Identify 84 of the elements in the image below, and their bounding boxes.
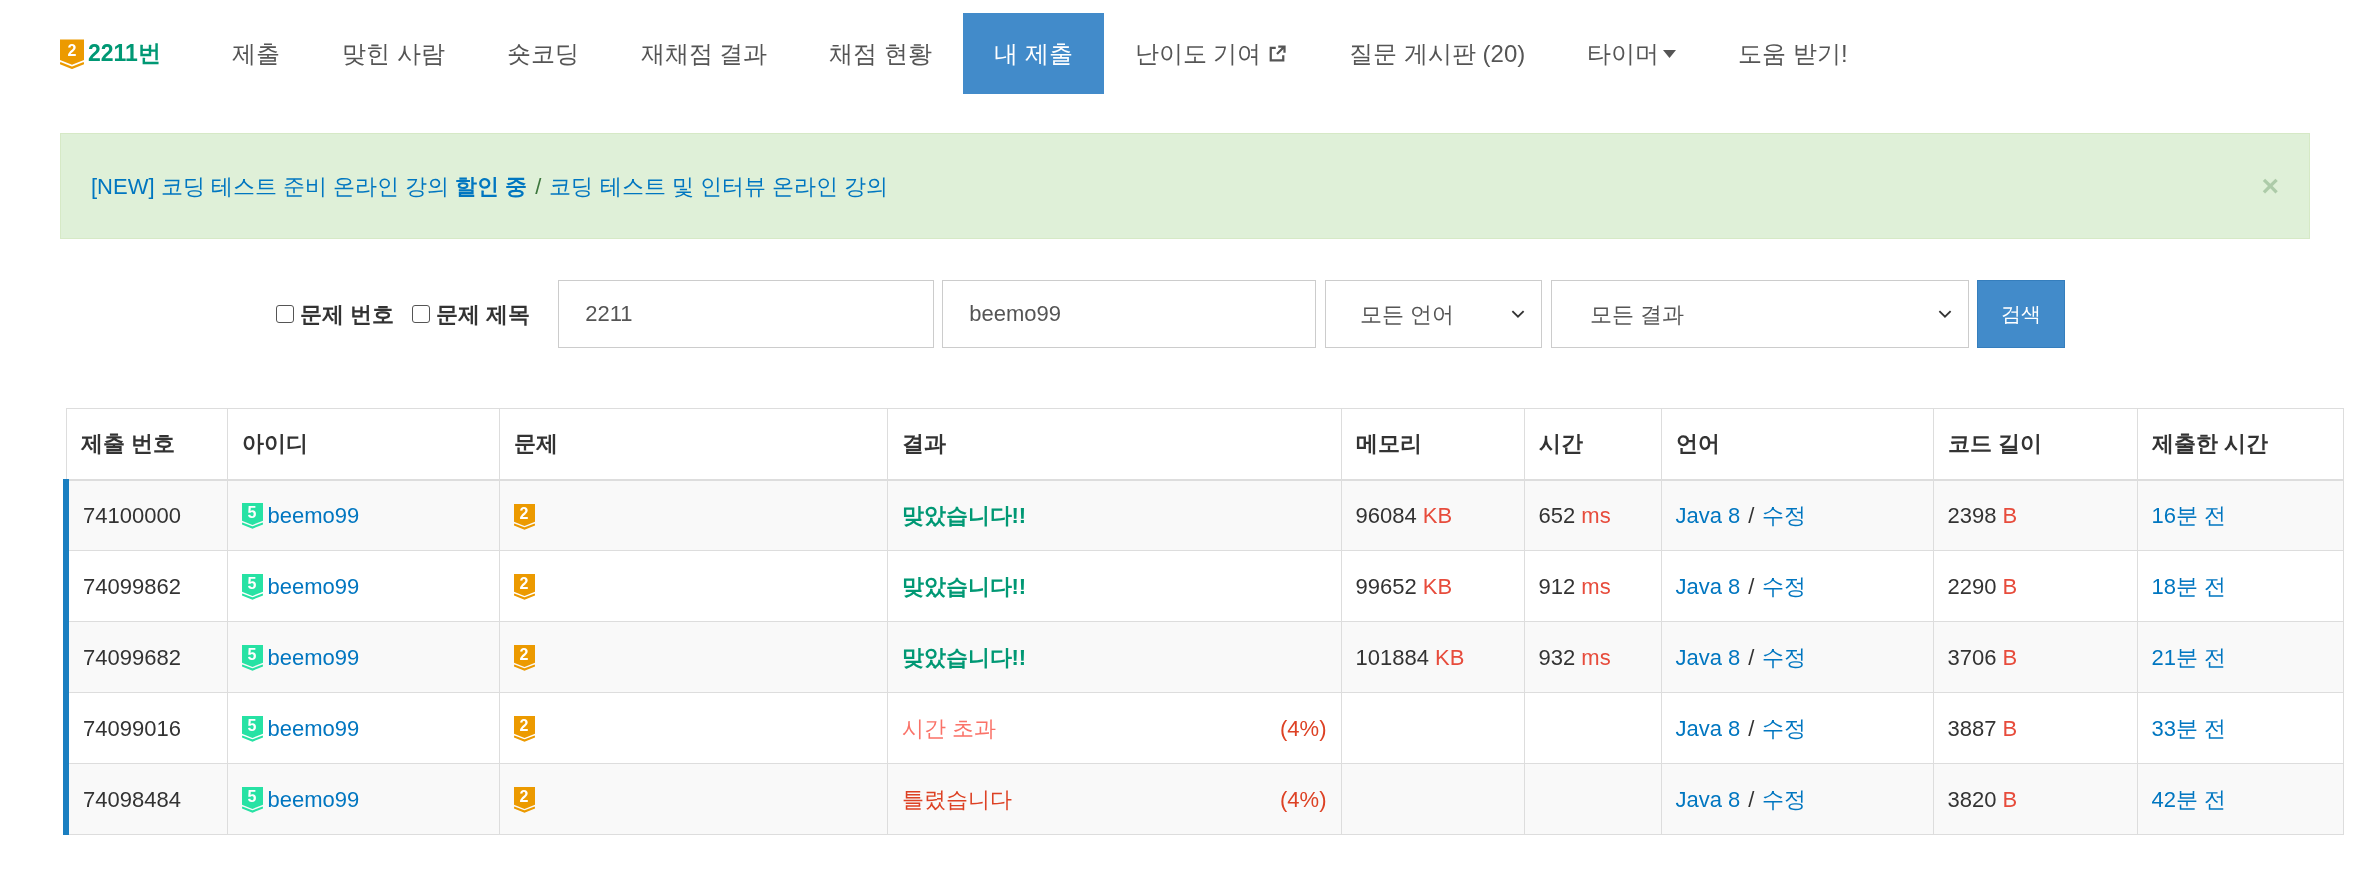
nav-tab[interactable]: 타이머 [1556,13,1708,94]
result-text: 맞았습니다!! [901,501,1027,530]
user-link[interactable]: beemo99 [267,711,360,745]
edit-link[interactable]: 수정 [1762,498,1807,532]
submitted-time-link[interactable]: 18분 전 [2151,573,2227,599]
column-header: 코드 길이 [1933,408,2137,480]
nav-tab[interactable]: 내 제출 [962,13,1104,94]
promo-link[interactable]: 코딩 테스트 및 인터뷰 온라인 강의 [549,169,889,203]
edit-link[interactable]: 수정 [1762,640,1807,674]
submission-id: 74098484 [83,786,181,812]
nav-tab[interactable]: 재채점 결과 [609,13,799,94]
memory-value: 101884 KB [1355,644,1465,670]
result-select[interactable]: 모든 결과 [1551,280,1970,348]
result-text: 시간 초과 [901,714,996,743]
column-header: 시간 [1524,408,1661,480]
separator-text: / [1748,501,1755,530]
chevron-down-icon [1511,309,1526,319]
code-length-value: 2398 B [1947,502,2018,528]
user-link[interactable]: beemo99 [267,569,360,603]
search-button[interactable]: 검색 [1977,280,2066,348]
result-text: 맞았습니다!! [901,643,1027,672]
user-link[interactable]: beemo99 [267,640,360,674]
memory-value: 96084 KB [1355,502,1453,528]
checkbox[interactable] [412,305,431,323]
submission-id: 74099682 [83,644,181,670]
user-link[interactable]: beemo99 [267,498,360,532]
nav-tab[interactable]: 난이도 기여 [1103,13,1319,94]
language-link[interactable]: Java 8 [1675,640,1741,674]
checkbox[interactable] [276,305,294,323]
separator-text: / [1748,714,1755,743]
progress-percent: (4%) [1280,785,1327,814]
code-length-value: 2290 B [1947,573,2018,599]
nav-tab[interactable]: 채점 현황 [798,13,963,94]
result-text: 틀렸습니다 [901,785,1012,814]
code-length-value: 3887 B [1947,715,2018,741]
submitted-time-link[interactable]: 21분 전 [2151,644,2227,670]
problem-number-field[interactable]: 2211 [558,280,935,348]
column-header: 제출 번호 [66,408,227,480]
code-length-value: 3706 B [1947,644,2018,670]
column-header: 문제 [499,408,887,480]
checkbox-label: 문제 번호 [300,300,395,329]
nav-tab[interactable]: 제출 [200,13,311,94]
submitted-time-link[interactable]: 42분 전 [2151,786,2227,812]
memory-value: 99652 KB [1355,573,1453,599]
language-select[interactable]: 모든 언어 [1325,280,1543,348]
external-link-icon [1267,43,1288,64]
separator-text: / [1748,785,1755,814]
checkbox-label: 문제 제목 [436,300,531,329]
chevron-down-icon [1938,309,1953,319]
edit-link[interactable]: 수정 [1762,711,1807,745]
language-link[interactable]: Java 8 [1675,569,1741,603]
nav-tab[interactable]: 숏코딩 [475,13,610,94]
submitted-time-link[interactable]: 33분 전 [2151,715,2227,741]
language-link[interactable]: Java 8 [1675,498,1741,532]
nav-tab[interactable]: 질문 게시판 (20) [1318,13,1557,94]
nav-tab[interactable]: 도움 받기! [1707,13,1879,94]
column-header: 메모리 [1341,408,1524,480]
submission-id: 74099862 [83,573,181,599]
separator-text: / [535,172,542,201]
problem-title-link[interactable]: 2 2211번 [60,13,201,94]
time-value: 932 ms [1538,644,1611,670]
edit-link[interactable]: 수정 [1762,782,1807,816]
separator-text: / [1748,643,1755,672]
submitted-time-link[interactable]: 16분 전 [2151,502,2227,528]
submission-id: 74099016 [83,715,181,741]
column-header: 제출한 시간 [2137,408,2343,480]
column-header: 결과 [887,408,1341,480]
promo-link[interactable]: [NEW] 코딩 테스트 준비 온라인 강의 할인 중 [91,169,528,203]
result-text: 맞았습니다!! [901,572,1027,601]
language-link[interactable]: Java 8 [1675,782,1741,816]
edit-link[interactable]: 수정 [1762,569,1807,603]
code-length-value: 3820 B [1947,786,2018,812]
progress-percent: (4%) [1280,714,1327,743]
submission-id: 74100000 [83,502,181,528]
nav-tab[interactable]: 맞힌 사람 [310,13,476,94]
user-id-field[interactable]: beemo99 [942,280,1317,348]
time-value: 652 ms [1538,502,1611,528]
column-header: 아이디 [227,408,499,480]
time-value: 912 ms [1538,573,1611,599]
separator-text: / [1748,572,1755,601]
language-link[interactable]: Java 8 [1675,711,1741,745]
user-link[interactable]: beemo99 [267,782,360,816]
column-header: 언어 [1661,408,1933,480]
caret-icon [1663,49,1677,58]
